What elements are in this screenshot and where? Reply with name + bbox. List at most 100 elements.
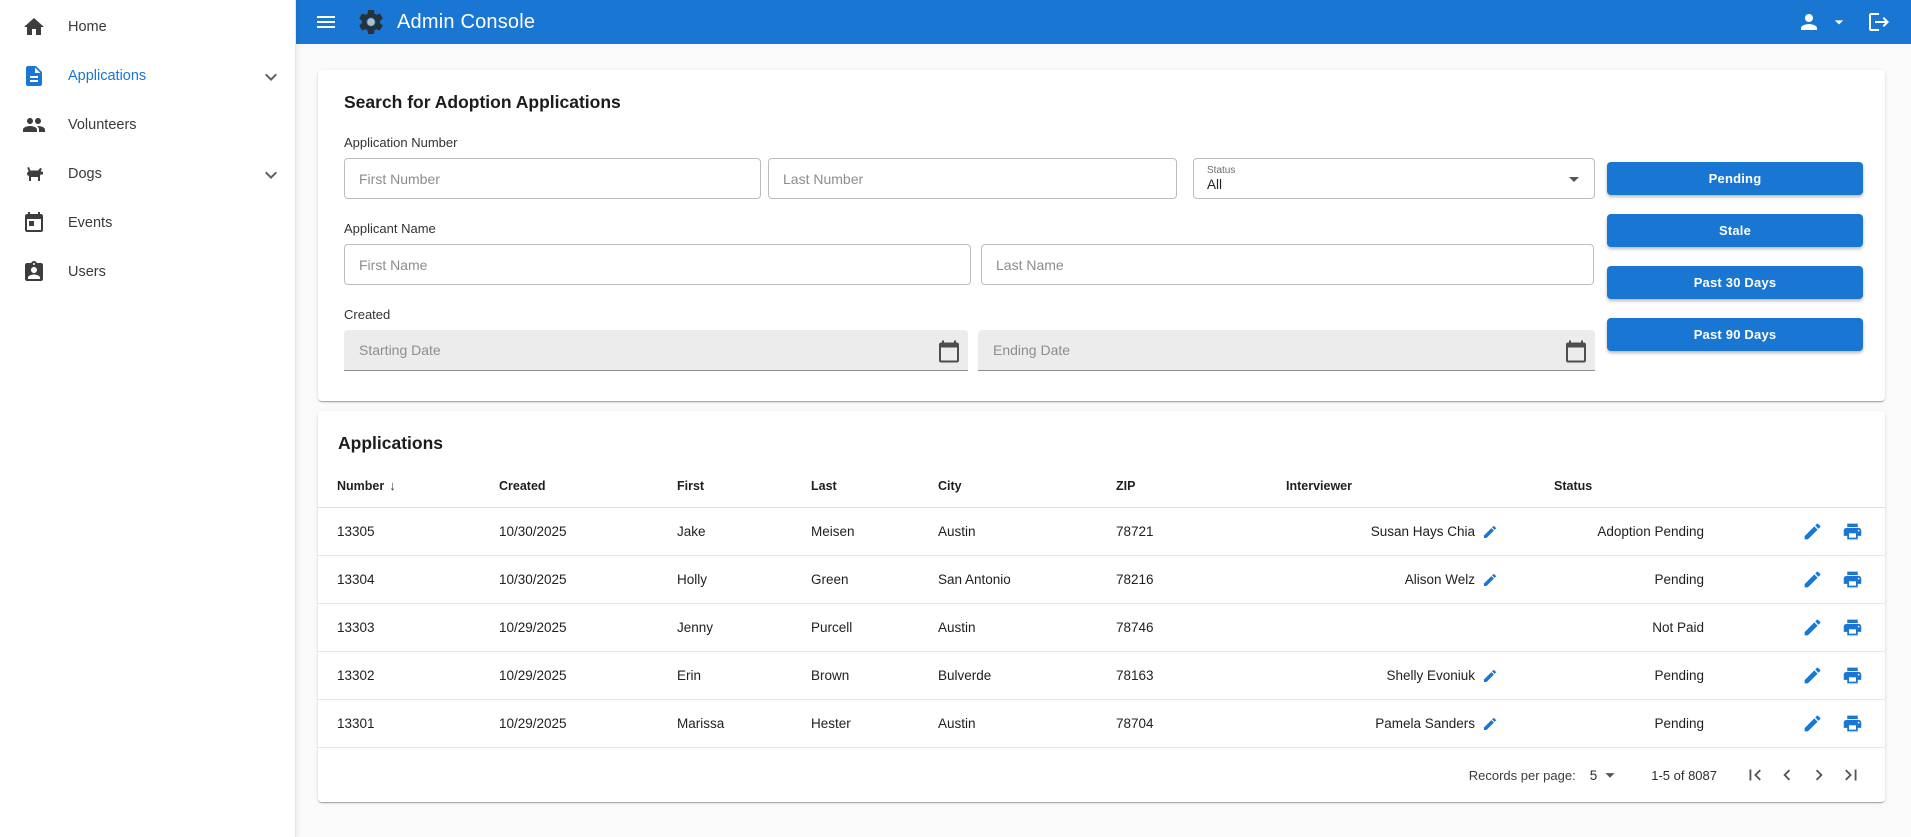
cell-first: Holly [658,555,792,604]
edit-application-button[interactable] [1800,519,1825,544]
interviewer-name: Alison Welz [1404,572,1475,587]
cell-last: Meisen [792,507,919,556]
applicant-name-label: Applicant Name [344,221,436,236]
cell-first: Marissa [658,699,792,748]
cell-interviewer [1267,603,1535,652]
cell-number: 13304 [318,555,480,604]
search-title: Search for Adoption Applications [344,92,621,112]
dropdown-caret-icon [1599,764,1621,786]
applications-table: Number ↓ Created First Last City ZIP Inte… [318,472,1885,748]
print-application-button[interactable] [1840,519,1865,544]
account-button[interactable] [1795,8,1823,36]
menu-button[interactable] [312,8,340,36]
first-name-input[interactable] [344,244,971,285]
cell-last: Brown [792,651,919,700]
cell-created: 10/29/2025 [480,603,658,652]
print-application-button[interactable] [1840,615,1865,640]
cell-created: 10/30/2025 [480,555,658,604]
sidebar: Home Applications Volunteers Dogs Events… [0,0,296,837]
table-row: 13304 10/30/2025 Holly Green San Antonio… [318,555,1885,604]
chevron-down-icon [259,65,281,87]
status-select[interactable]: Status All [1193,158,1595,199]
starting-date-input[interactable] [344,330,968,370]
cell-created: 10/30/2025 [480,507,658,556]
cell-interviewer: Pamela Sanders [1267,699,1535,748]
calendar-picker-icon[interactable] [1564,340,1585,361]
search-card: Search for Adoption Applications Applica… [318,70,1885,401]
application-number-label: Application Number [344,135,458,150]
last-name-input[interactable] [981,244,1594,285]
table-row: 13301 10/29/2025 Marissa Hester Austin 7… [318,699,1885,748]
cell-last: Green [792,555,919,604]
column-header-zip[interactable]: ZIP [1097,472,1267,508]
cell-first: Jenny [658,603,792,652]
cell-zip: 78704 [1097,699,1267,748]
records-per-page-label: Records per page: [1468,767,1576,783]
next-page-button[interactable] [1803,759,1835,791]
column-header-first[interactable]: First [658,472,792,508]
edit-application-button[interactable] [1800,567,1825,592]
app-root: Home Applications Volunteers Dogs Events… [0,0,1911,837]
last-number-input[interactable] [768,158,1177,199]
sidebar-item-label: Applications [68,67,147,84]
calendar-picker-icon[interactable] [937,340,958,361]
people-icon [22,113,46,137]
table-row: 13302 10/29/2025 Erin Brown Bulverde 781… [318,651,1885,700]
cell-city: Bulverde [919,651,1097,700]
cell-actions [1715,507,1885,556]
sidebar-item-label: Volunteers [68,116,137,133]
ending-date-input[interactable] [977,330,1595,370]
column-header-interviewer[interactable]: Interviewer [1267,472,1535,508]
sidebar-item-users[interactable]: Users [0,247,295,296]
applications-card: Applications Number ↓ Created First Last … [318,411,1885,802]
first-number-input[interactable] [344,158,761,199]
account-menu-caret-icon[interactable] [1827,10,1851,34]
edit-application-button[interactable] [1800,663,1825,688]
column-header-status[interactable]: Status [1535,472,1715,508]
cell-status: Not Paid [1535,603,1715,652]
sidebar-item-dogs[interactable]: Dogs [0,149,295,198]
edit-application-button[interactable] [1800,615,1825,640]
cell-interviewer: Susan Hays Chia [1267,507,1535,556]
pending-filter-button[interactable]: Pending [1607,162,1863,195]
first-page-button[interactable] [1739,759,1771,791]
quick-filter-buttons: Pending Stale Past 30 Days Past 90 Days [1607,162,1863,371]
column-header-created[interactable]: Created [480,472,658,508]
edit-interviewer-icon[interactable] [1482,524,1498,540]
stale-filter-button[interactable]: Stale [1607,214,1863,247]
records-per-page-select[interactable]: 5 [1590,764,1622,786]
cell-actions [1715,651,1885,700]
interviewer-name: Pamela Sanders [1375,716,1475,731]
cell-number: 13303 [318,603,480,652]
edit-interviewer-icon[interactable] [1482,668,1498,684]
app-title: Admin Console [397,10,536,33]
interviewer-name: Shelly Evoniuk [1386,668,1475,683]
ending-date-field [977,330,1595,371]
column-header-number[interactable]: Number ↓ [318,472,480,508]
sidebar-item-volunteers[interactable]: Volunteers [0,100,295,149]
applications-title: Applications [338,433,444,453]
edit-interviewer-icon[interactable] [1482,716,1498,732]
logout-button[interactable] [1865,8,1893,36]
sidebar-item-events[interactable]: Events [0,198,295,247]
print-application-button[interactable] [1840,567,1865,592]
app-header: Admin Console [296,0,1911,44]
column-header-last[interactable]: Last [792,472,919,508]
print-application-button[interactable] [1840,711,1865,736]
status-select-label: Status [1207,165,1236,177]
last-page-button[interactable] [1835,759,1867,791]
previous-page-button[interactable] [1771,759,1803,791]
column-header-city[interactable]: City [919,472,1097,508]
sidebar-item-applications[interactable]: Applications [0,51,295,100]
gear-logo-icon [356,7,386,37]
edit-application-button[interactable] [1800,711,1825,736]
cell-number: 13305 [318,507,480,556]
edit-interviewer-icon[interactable] [1482,572,1498,588]
cell-zip: 78163 [1097,651,1267,700]
past-90-days-filter-button[interactable]: Past 90 Days [1607,318,1863,351]
past-30-days-filter-button[interactable]: Past 30 Days [1607,266,1863,299]
cell-status: Adoption Pending [1535,507,1715,556]
print-application-button[interactable] [1840,663,1865,688]
pagination-range: 1-5 of 8087 [1651,767,1717,783]
sidebar-item-home[interactable]: Home [0,2,295,51]
